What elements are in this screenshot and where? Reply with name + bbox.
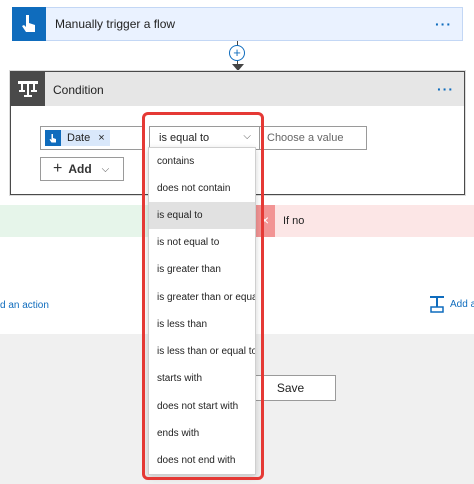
if-no-label: If no [283,215,305,227]
condition-left-operand[interactable]: Date × [40,126,145,150]
add-condition-button[interactable]: + Add ⌵ [40,157,124,181]
condition-icon [11,72,45,106]
if-yes-branch-header[interactable] [0,205,148,237]
trigger-card[interactable]: Manually trigger a flow ··· [12,7,463,41]
manual-trigger-icon [45,130,61,146]
plus-icon: + [53,160,63,177]
add-action-icon [430,296,444,313]
insert-step-plus-icon[interactable]: + [229,45,245,61]
add-action-link-yes[interactable]: d an action [0,300,49,311]
chevron-down-icon: ⌵ [101,163,110,175]
condition-header[interactable]: Condition ··· [11,72,464,106]
date-token[interactable]: Date × [45,130,110,146]
highlight-annotation [142,112,264,480]
remove-token-icon[interactable]: × [98,132,104,144]
if-no-branch-header[interactable]: × If no [255,205,474,237]
condition-title: Condition [53,83,104,97]
connector-arrow-icon [232,64,244,71]
trigger-title: Manually trigger a flow [55,17,176,31]
date-token-label: Date [67,132,91,144]
condition-value-input[interactable] [259,126,367,150]
condition-more-icon[interactable]: ··· [437,81,454,97]
trigger-more-icon[interactable]: ··· [435,16,452,32]
add-action-label: Add a [450,299,474,310]
add-button-label: Add [68,162,92,176]
manual-trigger-icon [12,7,46,41]
add-action-link-no[interactable]: Add a [429,295,474,315]
